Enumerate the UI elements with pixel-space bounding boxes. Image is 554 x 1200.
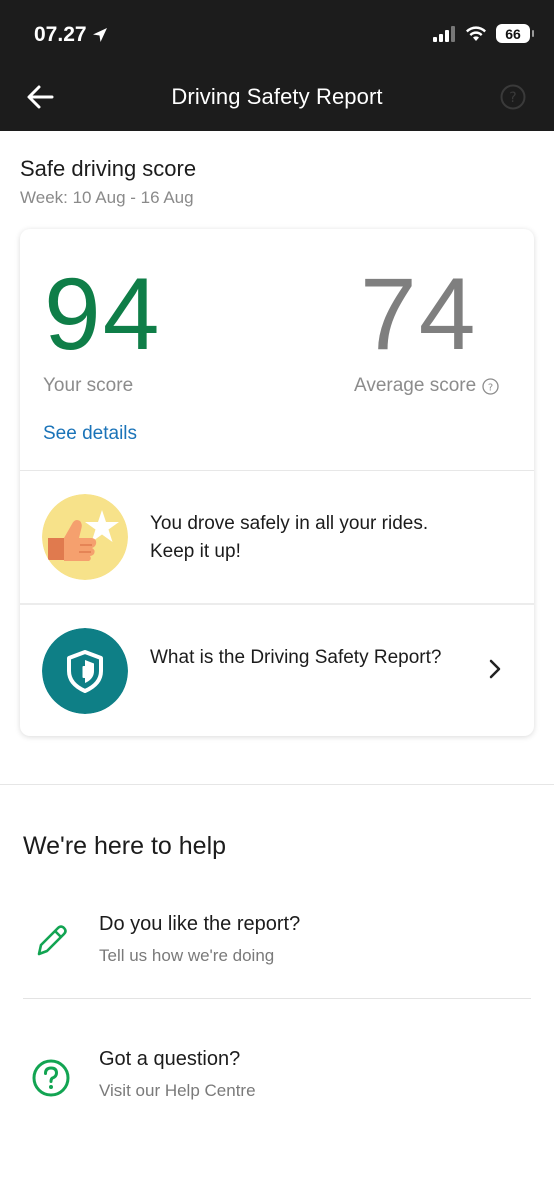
page-title: Driving Safety Report [171, 84, 383, 109]
help-divider [23, 998, 531, 999]
thumbs-up-star-icon [42, 494, 128, 580]
score-card: 94 74 Your score Average score ? See det… [20, 229, 534, 736]
question-circle-icon [32, 1059, 70, 1097]
see-details-link[interactable]: See details [43, 423, 137, 445]
average-score-label: Average score [354, 375, 477, 396]
score-section-title: Safe driving score [20, 156, 197, 181]
average-score-label-group: Average score ? [354, 375, 499, 397]
help-centre-title[interactable]: Got a question? [99, 1048, 240, 1071]
svg-text:?: ? [488, 382, 493, 393]
svg-text:?: ? [509, 90, 516, 106]
chevron-right-icon[interactable] [488, 658, 502, 680]
your-score-label: Your score [43, 375, 134, 396]
week-range: Week: 10 Aug - 16 Aug [20, 188, 194, 207]
help-centre-subtitle: Visit our Help Centre [99, 1081, 256, 1100]
status-time-text: 07.27 [34, 23, 87, 46]
signal-icon [433, 25, 455, 42]
average-score-value: 74 [360, 257, 478, 371]
driving-safety-info-link[interactable]: What is the Driving Safety Report? [150, 644, 450, 672]
battery-icon: 66 [496, 24, 534, 43]
section-divider [0, 784, 554, 785]
battery-level: 66 [505, 25, 521, 42]
pencil-icon [37, 925, 67, 956]
feedback-title[interactable]: Do you like the report? [99, 913, 300, 936]
shield-icon [42, 628, 128, 714]
info-circle-icon[interactable]: ? [482, 377, 499, 395]
help-section-title: We're here to help [23, 832, 227, 860]
wifi-icon [466, 26, 486, 41]
app-header: 07.27 66 Driving Safety Report ? [0, 0, 554, 131]
safe-driving-message: You drove safely in all your rides. Keep… [150, 513, 429, 562]
location-arrow-icon [92, 28, 107, 42]
card-divider [20, 470, 534, 471]
question-circle-icon[interactable]: ? [500, 84, 526, 110]
status-time: 07.27 [34, 23, 109, 47]
status-icons: 66 [432, 24, 534, 43]
feedback-subtitle: Tell us how we're doing [99, 946, 275, 965]
your-score-value: 94 [44, 257, 162, 371]
card-divider [20, 603, 534, 605]
